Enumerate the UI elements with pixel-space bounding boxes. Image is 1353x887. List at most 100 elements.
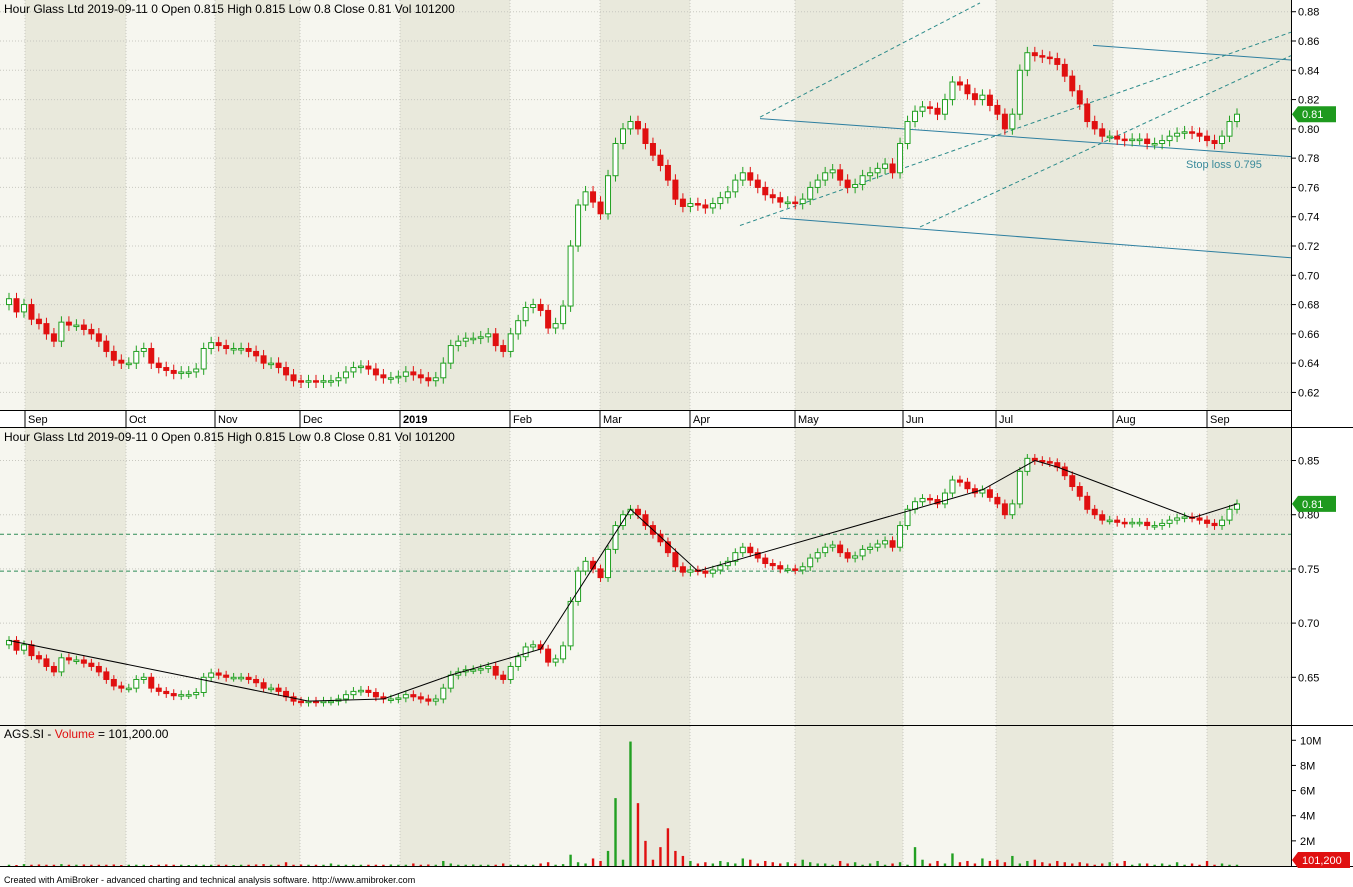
price-candle-body bbox=[1219, 135, 1226, 145]
zigzag-candle-body bbox=[110, 678, 117, 687]
price-candle-body bbox=[919, 106, 926, 112]
x-tick-label: Dec bbox=[303, 414, 323, 426]
volume-bar bbox=[779, 863, 782, 866]
zigzag-candle-body bbox=[575, 570, 582, 602]
volume-bar bbox=[891, 863, 894, 866]
zigzag-candle-body bbox=[223, 674, 230, 678]
y-tick-label: 0.78 bbox=[1298, 153, 1319, 165]
zigzag-candle-body bbox=[372, 691, 379, 698]
y-tick-label: 0.76 bbox=[1298, 182, 1319, 194]
volume-bar bbox=[382, 864, 385, 866]
volume-bar bbox=[936, 860, 939, 866]
price-candle-body bbox=[687, 203, 694, 207]
volume-bar bbox=[756, 863, 759, 866]
volume-bar bbox=[37, 864, 41, 866]
zigzag-candle-body bbox=[1219, 519, 1226, 527]
volume-bar bbox=[1011, 855, 1014, 866]
price-candle-body bbox=[927, 106, 933, 109]
volume-bar bbox=[202, 864, 205, 866]
y-tick-label: 0.80 bbox=[1298, 124, 1319, 136]
volume-bar bbox=[853, 862, 857, 866]
price-candle-body bbox=[642, 128, 649, 145]
volume-bar bbox=[7, 864, 11, 866]
zigzag-candle-body bbox=[1159, 522, 1166, 527]
volume-bar bbox=[681, 855, 685, 866]
volume-bar bbox=[419, 864, 423, 866]
price-candle-body bbox=[1196, 132, 1203, 137]
price-last-label: 0.81 bbox=[1302, 109, 1323, 121]
volume-bar bbox=[90, 864, 93, 866]
zigzag-candle-body bbox=[956, 479, 963, 483]
price-candle-body bbox=[537, 304, 544, 311]
volume-bar bbox=[150, 864, 153, 866]
volume-bar bbox=[442, 860, 445, 866]
month-shade bbox=[400, 428, 510, 725]
price-candle-body bbox=[95, 333, 102, 342]
zigzag-candle-body bbox=[417, 696, 424, 700]
footer-credit: Created with AmiBroker - advanced charti… bbox=[4, 875, 416, 885]
price-candle-body bbox=[672, 179, 679, 200]
price-candle-body bbox=[762, 186, 769, 196]
zigzag-candle-body bbox=[410, 694, 417, 698]
price-candle-body bbox=[208, 342, 215, 349]
zigzag-candle-body bbox=[927, 497, 933, 501]
volume-bar bbox=[180, 864, 183, 866]
zigzag-candle-body bbox=[80, 659, 87, 664]
zigzag-candle-body bbox=[1099, 514, 1106, 521]
zigzag-candle-body bbox=[1151, 525, 1158, 528]
zigzag-candle-body bbox=[642, 514, 649, 527]
price-candle-body bbox=[65, 321, 72, 326]
y-tick-label: 0.64 bbox=[1298, 358, 1319, 370]
zigzag-candle-body bbox=[1204, 519, 1211, 524]
zigzag-candle-body bbox=[148, 676, 155, 689]
y-tick-label: 0.70 bbox=[1298, 270, 1319, 282]
zigzag-candle-body bbox=[477, 668, 484, 671]
volume-bar bbox=[427, 864, 430, 866]
price-candle-body bbox=[979, 94, 986, 101]
volume-bar bbox=[719, 860, 722, 866]
volume-bar bbox=[472, 864, 475, 866]
price-candle-body bbox=[43, 323, 50, 335]
price-candle-body bbox=[829, 169, 836, 174]
volume-bar bbox=[501, 863, 505, 866]
volume-bar bbox=[232, 864, 235, 866]
y-tick-label: 0.68 bbox=[1298, 300, 1319, 312]
zigzag-candle-body bbox=[253, 678, 260, 684]
volume-bar bbox=[1108, 862, 1111, 866]
zigzag-candle-body bbox=[986, 489, 993, 498]
price-candle-body bbox=[1046, 56, 1053, 60]
price-candle-body bbox=[664, 164, 671, 181]
price-candle-body bbox=[35, 318, 42, 325]
y-tick-label: 0.66 bbox=[1298, 329, 1319, 341]
price-candle-body bbox=[253, 350, 260, 357]
volume-bar bbox=[1078, 862, 1081, 866]
price-candle-body bbox=[777, 197, 784, 203]
volume-bar bbox=[299, 864, 303, 866]
price-candle-body bbox=[1181, 131, 1188, 134]
month-shade bbox=[400, 0, 510, 410]
zigzag-candle-body bbox=[919, 497, 926, 503]
volume-bar bbox=[666, 828, 670, 866]
price-candle-body bbox=[125, 362, 132, 366]
zigzag-candle-body bbox=[702, 570, 709, 574]
volume-bar bbox=[217, 864, 220, 866]
volume-bar bbox=[539, 863, 542, 866]
price-candle-body bbox=[410, 371, 417, 376]
zigzag-candle-body bbox=[20, 644, 27, 651]
volume-bar bbox=[277, 864, 280, 866]
price-candle-body bbox=[283, 367, 290, 376]
month-shade bbox=[400, 726, 510, 866]
zigzag-candle-body bbox=[777, 565, 784, 570]
price-candle-body bbox=[1136, 138, 1143, 142]
price-candle-body bbox=[402, 371, 409, 377]
zigzag-candle-body bbox=[320, 700, 327, 704]
volume-bar bbox=[1213, 864, 1216, 866]
price-candle-body bbox=[1106, 135, 1113, 139]
zigzag-candle-body bbox=[814, 552, 821, 559]
volume-bar bbox=[75, 864, 78, 866]
volume-header-prefix: AGS.SI - bbox=[4, 727, 55, 741]
zigzag-candle-body bbox=[208, 672, 215, 678]
price-candle-body bbox=[709, 203, 716, 209]
zigzag-candle-body bbox=[50, 665, 57, 673]
price-candle-body bbox=[732, 179, 739, 193]
